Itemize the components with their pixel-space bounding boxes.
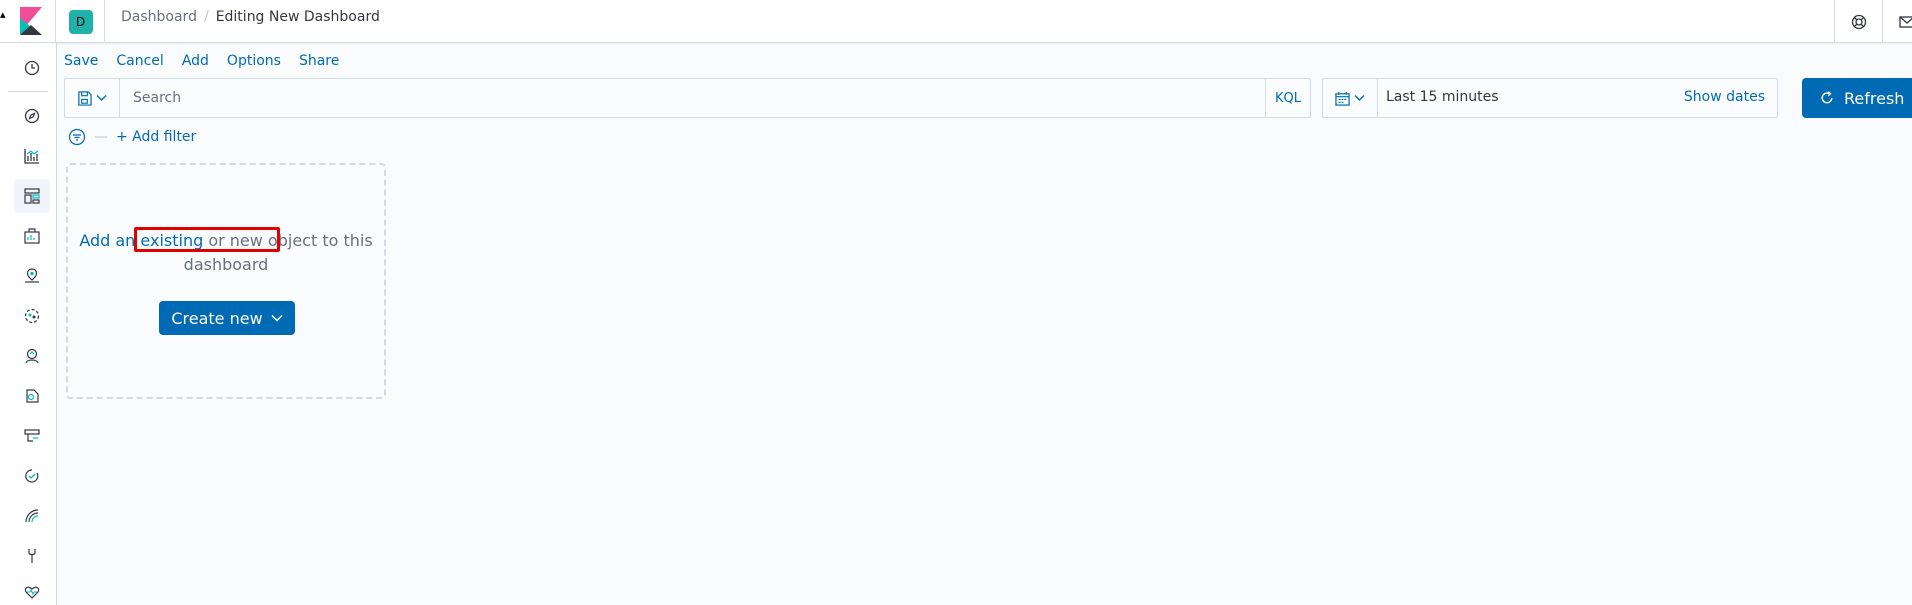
logo-area[interactable]: ▴ [0, 0, 56, 43]
breadcrumb-separator: / [203, 9, 209, 25]
create-new-label: Create new [171, 308, 263, 328]
siem-icon [26, 389, 39, 403]
side-nav [0, 43, 57, 605]
monitoring-icon [25, 509, 39, 523]
search-input[interactable] [121, 79, 1331, 117]
add-button[interactable]: Add [182, 53, 209, 69]
breadcrumb-current: Editing New Dashboard [215, 9, 380, 25]
visualize-icon [24, 149, 39, 164]
canvas-icon [24, 228, 40, 244]
quick-select-button[interactable] [1323, 79, 1378, 117]
saved-query-button[interactable] [65, 79, 120, 117]
dashboard-icon [24, 188, 40, 204]
logs-icon [24, 429, 40, 442]
clock-icon [24, 60, 40, 76]
save-button[interactable]: Save [64, 53, 98, 69]
show-dates-link[interactable]: Show dates [1684, 89, 1765, 105]
date-range-text[interactable]: Last 15 minutes [1386, 89, 1499, 105]
options-button[interactable]: Options [227, 53, 281, 69]
uptime-icon [25, 469, 39, 483]
cancel-button[interactable]: Cancel [116, 53, 163, 69]
nav-dev-tools[interactable] [8, 539, 56, 573]
help-icon [1851, 14, 1866, 29]
nav-apm[interactable] [8, 339, 56, 373]
chevron-down-icon [96, 95, 107, 101]
maps-icon [25, 268, 39, 283]
nav-visualize[interactable] [8, 139, 56, 173]
calendar-icon [1335, 91, 1350, 106]
filter-divider: — [94, 129, 108, 145]
chevron-down-icon [271, 314, 283, 322]
kibana-logo-icon[interactable] [20, 7, 42, 35]
add-filter-button[interactable]: + Add filter [116, 129, 196, 145]
space-selector[interactable]: D [57, 0, 105, 43]
refresh-button[interactable]: Refresh [1802, 78, 1912, 118]
help-button[interactable] [1834, 0, 1882, 43]
query-language-button[interactable]: KQL [1265, 79, 1310, 117]
date-picker: Last 15 minutes Show dates [1322, 78, 1778, 118]
mail-icon [1898, 15, 1912, 28]
create-new-button[interactable]: Create new [159, 301, 295, 335]
nav-maps[interactable] [8, 259, 56, 293]
refresh-label: Refresh [1844, 88, 1905, 108]
nav-uptime[interactable] [8, 459, 56, 493]
top-header: ▴ D Dashboard / Editing New Dashboard [0, 0, 1912, 43]
nav-dashboard[interactable] [14, 179, 50, 213]
caret-icon: ▴ [0, 8, 6, 21]
chevron-down-icon [1354, 95, 1365, 101]
space-avatar[interactable]: D [68, 9, 93, 34]
nav-siem[interactable] [8, 379, 56, 413]
share-button[interactable]: Share [299, 53, 339, 69]
nav-recent[interactable] [8, 51, 56, 85]
compass-icon [24, 108, 40, 124]
filter-icon[interactable] [68, 128, 86, 146]
nav-ml[interactable] [8, 299, 56, 333]
nav-discover[interactable] [8, 99, 56, 133]
breadcrumb-dashboard[interactable]: Dashboard [121, 9, 197, 25]
refresh-icon [1821, 91, 1833, 104]
save-icon [78, 90, 92, 106]
heartbeat-icon [24, 586, 40, 599]
apm-icon [25, 348, 39, 364]
nav-canvas[interactable] [8, 219, 56, 253]
nav-logs[interactable] [8, 419, 56, 453]
breadcrumb: Dashboard / Editing New Dashboard [121, 9, 380, 25]
top-nav-menu: Save Cancel Add Options Share [64, 53, 339, 69]
nav-heartbeat[interactable] [8, 575, 56, 605]
query-bar: KQL [64, 78, 1331, 118]
empty-dashboard-panel: Add an existing or new object to this da… [66, 163, 386, 399]
mail-button[interactable] [1882, 0, 1912, 43]
nav-monitoring[interactable] [8, 499, 56, 533]
filter-bar: — + Add filter [68, 128, 196, 146]
highlight-box [134, 227, 280, 252]
ml-icon [24, 308, 40, 324]
dev-tools-icon [28, 549, 36, 563]
nav-divider [8, 91, 48, 92]
